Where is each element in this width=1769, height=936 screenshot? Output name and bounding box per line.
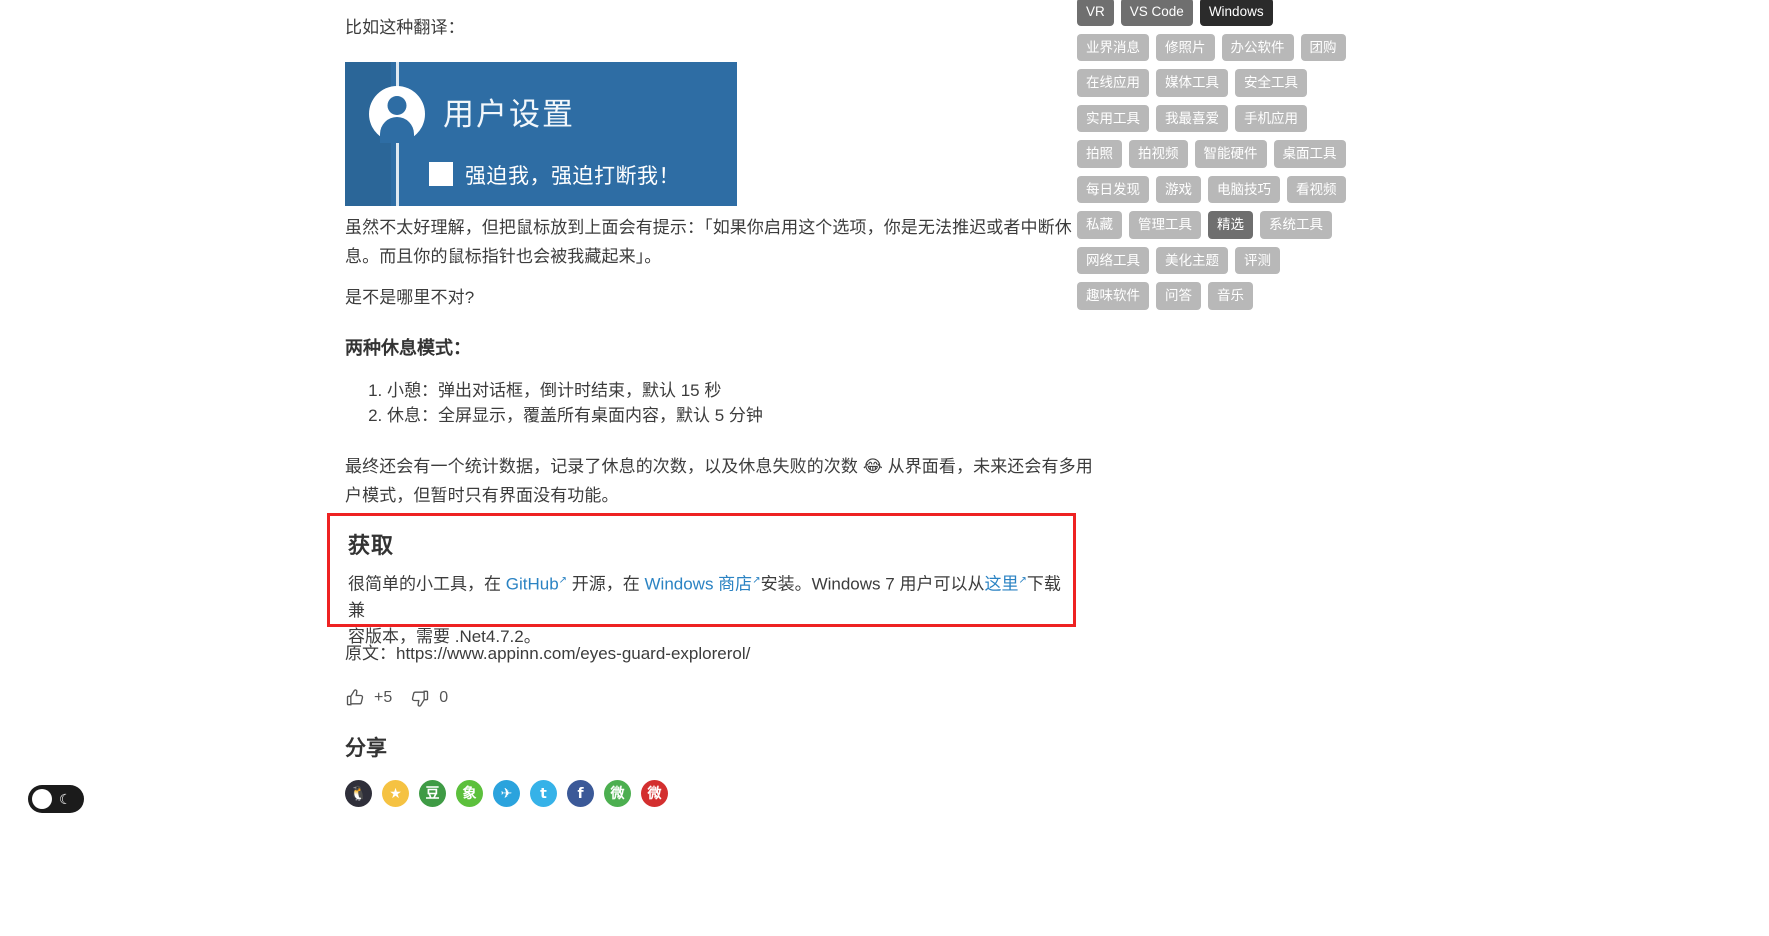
force-break-checkbox-label: 强迫我，强迫打断我！	[465, 165, 680, 188]
tag-item[interactable]: 拍视频	[1129, 140, 1188, 168]
tag-item[interactable]: 音乐	[1208, 282, 1253, 310]
tag-item[interactable]: 游戏	[1156, 175, 1201, 203]
article-body: Eyes Guard 本身中规中矩，有两个休息时间：长休息和短休息，可自定义休息…	[345, 0, 1067, 64]
tag-item[interactable]: 评测	[1235, 246, 1280, 274]
share-heading: 分享	[345, 737, 387, 760]
source-line: 原文：https://www.appinn.com/eyes-guard-exp…	[345, 639, 750, 664]
tag-item[interactable]: 趣味软件	[1077, 282, 1149, 310]
get-text-after-github: 开源，在	[567, 574, 645, 594]
tag-item[interactable]: 看视频	[1287, 175, 1346, 203]
avatar-body-shape	[380, 117, 414, 143]
tag-item[interactable]: 实用工具	[1077, 104, 1149, 132]
subheading-break-modes: 两种休息模式：	[345, 338, 471, 358]
embedded-app-screenshot: 用户设置 强迫我，强迫打断我！	[345, 62, 737, 206]
tag-item[interactable]: 安全工具	[1235, 69, 1307, 97]
tag-item[interactable]: 私藏	[1077, 211, 1122, 239]
tag-item[interactable]: 电脑技巧	[1208, 175, 1280, 203]
tag-item[interactable]: 美化主题	[1156, 246, 1228, 274]
external-link-icon: ↗	[558, 575, 568, 586]
douban-share-icon[interactable]: 豆	[419, 780, 446, 807]
tag-item[interactable]: 修照片	[1156, 33, 1215, 61]
tag-item[interactable]: 我最喜爱	[1156, 104, 1228, 132]
tag-item[interactable]: VR	[1077, 0, 1114, 26]
screenshot-title: 用户设置	[443, 97, 575, 132]
page-root: Eyes Guard 本身中规中矩，有两个休息时间：长休息和短休息，可自定义休息…	[0, 0, 1769, 936]
avatar-head-shape	[387, 96, 407, 115]
get-section-paragraph: 很简单的小工具，在 GitHub↗ 开源，在 Windows 商店↗安装。Win…	[348, 568, 1064, 650]
vote-row: +5 0	[345, 688, 448, 708]
share-icons-row: 🐧 ★ 豆象 ✈ t f 微微	[345, 780, 668, 807]
twitter-share-icon[interactable]: t	[530, 780, 557, 807]
stats-paragraph: 最终还会有一个统计数据，记录了休息的次数，以及休息失败的次数 😂 从界面看，未来…	[345, 452, 1093, 510]
source-url: https://www.appinn.com/eyes-guard-explor…	[396, 644, 751, 663]
facebook-share-icon[interactable]: f	[567, 780, 594, 807]
tag-item[interactable]: 管理工具	[1129, 211, 1201, 239]
tag-item[interactable]: 团购	[1300, 33, 1346, 61]
tag-item[interactable]: 系统工具	[1260, 211, 1332, 239]
get-text-after-store: 安装。Windows 7 用户可以从	[760, 574, 985, 594]
tooltip-explanation-block: 虽然不太好理解，但把鼠标放到上面会有提示：「如果你启用这个选项，你是无法推迟或者…	[345, 213, 1085, 271]
qq-share-icon[interactable]: 🐧	[345, 780, 372, 807]
list-item: 小憩：弹出对话框，倒计时结束，默认 15 秒	[387, 378, 1067, 403]
github-link[interactable]: GitHub	[506, 575, 559, 594]
tag-item[interactable]: 手机应用	[1235, 104, 1307, 132]
telegram-share-icon[interactable]: ✈	[493, 780, 520, 807]
paragraph-question: 是不是哪里不对?	[345, 288, 475, 307]
weibo-share-icon[interactable]: 微	[641, 780, 668, 807]
thumbs-up-icon[interactable]	[345, 688, 365, 708]
here-download-link[interactable]: 这里	[984, 575, 1018, 594]
tag-item[interactable]: 在线应用	[1077, 69, 1149, 97]
theme-toggle[interactable]: ☾	[28, 785, 84, 813]
source-label: 原文：	[345, 644, 396, 663]
external-link-icon: ↗	[752, 575, 761, 586]
paragraph-tooltip-2: 息。而且你的鼠标指针也会被我藏起来」。	[345, 247, 662, 266]
get-section-heading: 获取	[348, 533, 395, 558]
tag-item[interactable]: 拍照	[1077, 140, 1122, 168]
upvote-count: +5	[374, 689, 393, 706]
get-section-highlight-box: 获取 很简单的小工具，在 GitHub↗ 开源，在 Windows 商店↗安装。…	[327, 513, 1076, 646]
tag-item[interactable]: 业界消息	[1077, 33, 1149, 61]
tag-item[interactable]: 每日发现	[1077, 175, 1149, 203]
tag-item[interactable]: 智能硬件	[1194, 140, 1267, 168]
tag-item[interactable]: 网络工具	[1077, 246, 1149, 274]
downvote-count: 0	[439, 689, 449, 706]
wechat-share-icon[interactable]: 微	[604, 780, 631, 807]
get-text-before-github: 很简单的小工具，在	[348, 574, 506, 594]
paragraph-stats-2: 户模式，但暂时只有界面没有功能。	[345, 486, 619, 505]
break-modes-list: 小憩：弹出对话框，倒计时结束，默认 15 秒 休息：全屏显示，覆盖所有桌面内容，…	[345, 378, 1067, 428]
qzone-share-icon[interactable]: ★	[382, 780, 409, 807]
moon-icon: ☾	[59, 791, 72, 807]
paragraph-intro-1: Eyes Guard 本身中规中矩，有两个休息时间：长休息和短休息，可自定义休息…	[345, 0, 1067, 5]
paragraph-stats-1: 最终还会有一个统计数据，记录了休息的次数，以及休息失败的次数 😂 从界面看，未来…	[345, 457, 1093, 476]
tag-item[interactable]: 桌面工具	[1273, 140, 1346, 168]
tag-item[interactable]: 媒体工具	[1156, 69, 1228, 97]
tag-item[interactable]: 精选	[1208, 211, 1253, 239]
external-link-icon: ↗	[1018, 575, 1027, 586]
paragraph-tooltip-1: 虽然不太好理解，但把鼠标放到上面会有提示：「如果你启用这个选项，你是无法推迟或者…	[345, 218, 1072, 237]
evernote-share-icon[interactable]: 象	[456, 780, 483, 807]
user-avatar-icon	[369, 86, 425, 143]
tag-item[interactable]: Windows	[1199, 0, 1273, 26]
theme-toggle-knob	[32, 789, 52, 809]
tag-item[interactable]: VS Code	[1120, 0, 1193, 26]
tag-item[interactable]: 问答	[1156, 282, 1201, 310]
tag-item[interactable]: 办公软件	[1221, 33, 1294, 61]
paragraph-intro-2: 比如这种翻译：	[345, 18, 465, 37]
tag-cloud: VR VS Code Windows 业界消息 修照片 办公软件 团购在线应用 媒体工具 安全工…	[1077, 0, 1349, 310]
windows-store-link[interactable]: Windows 商店	[645, 575, 753, 594]
force-break-checkbox[interactable]	[429, 162, 453, 186]
thumbs-down-icon[interactable]	[410, 688, 430, 708]
list-item: 休息：全屏显示，覆盖所有桌面内容，默认 5 分钟	[387, 403, 1067, 428]
